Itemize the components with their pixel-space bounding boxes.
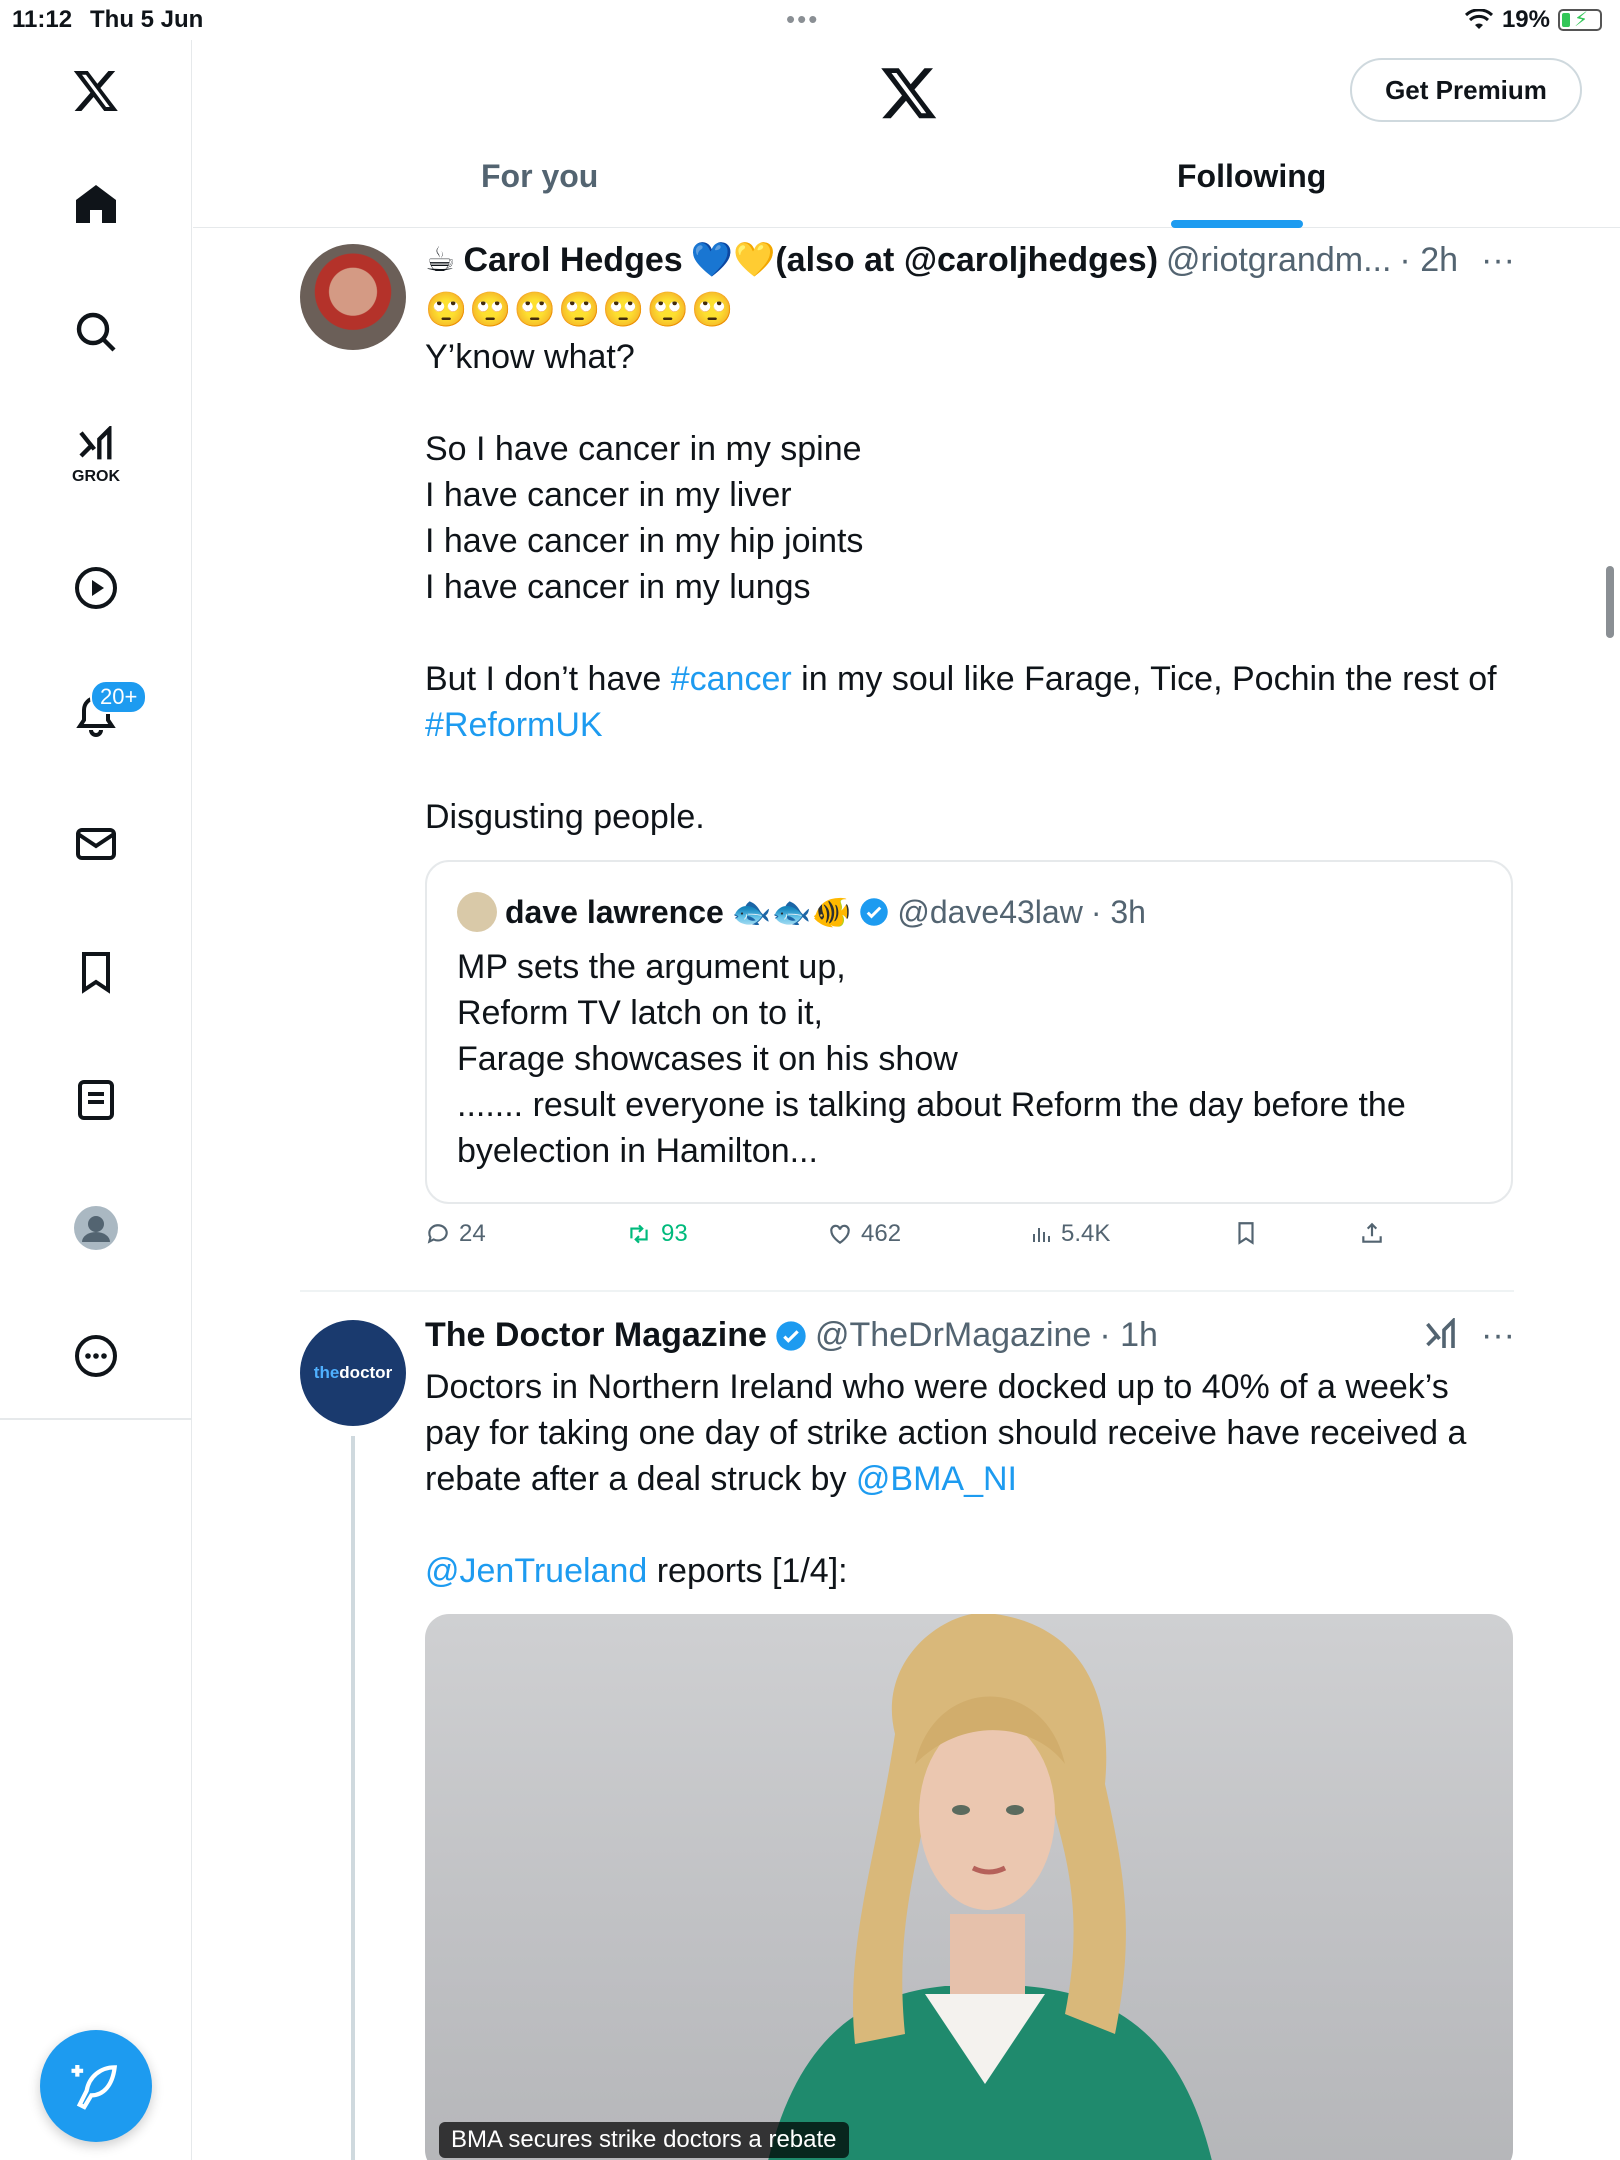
woman-portrait-image bbox=[768, 1614, 1212, 2160]
like-count: 462 bbox=[861, 1220, 902, 1247]
mention-jentrueland[interactable]: @JenTrueland bbox=[425, 1552, 647, 1590]
video-icon[interactable] bbox=[56, 548, 136, 628]
verified-badge-icon bbox=[776, 1320, 806, 1351]
share-button[interactable] bbox=[1359, 1220, 1385, 1246]
multitasking-dots-icon[interactable]: ••• bbox=[786, 4, 819, 35]
bookmark-icon bbox=[1238, 1222, 1254, 1245]
battery-icon: ⚡ bbox=[1558, 9, 1602, 31]
quote-text: MP sets the argument up, Reform TV latch… bbox=[457, 948, 1406, 1170]
search-icon[interactable] bbox=[56, 292, 136, 372]
notifications-icon[interactable]: 20+ bbox=[56, 676, 148, 756]
bookmarks-icon[interactable] bbox=[56, 932, 136, 1012]
mention-bma-ni[interactable]: @BMA_NI bbox=[856, 1460, 1017, 1498]
hashtag-reformuk[interactable]: #ReformUK bbox=[425, 706, 603, 744]
tweet-header: ☕ Carol Hedges 💙💛(also at @caroljhedges)… bbox=[425, 240, 1515, 280]
tweet-divider bbox=[300, 1290, 1514, 1292]
home-icon[interactable] bbox=[56, 164, 136, 244]
sidebar: GROK 20+ bbox=[0, 40, 192, 2160]
grok-label: GROK bbox=[72, 468, 120, 485]
tab-following[interactable]: Following bbox=[1177, 158, 1326, 195]
tweet-media-image[interactable]: BMA secures strike doctors a rebate bbox=[425, 1614, 1513, 2160]
view-count: 5.4K bbox=[1061, 1220, 1111, 1247]
x-logo-icon[interactable] bbox=[56, 50, 136, 130]
status-time: 11:12 bbox=[12, 6, 73, 33]
status-indicators: 19% ⚡ bbox=[1464, 6, 1602, 34]
profile-avatar[interactable] bbox=[56, 1188, 136, 1268]
get-premium-button[interactable]: Get Premium bbox=[1350, 58, 1582, 122]
battery-percent: 19% bbox=[1501, 6, 1550, 33]
tweet-time[interactable]: · 1h bbox=[1099, 1316, 1158, 1355]
notification-badge: 20+ bbox=[90, 680, 148, 714]
like-button[interactable]: 462 bbox=[827, 1220, 901, 1248]
tweet-text: Y’know what? So I have cancer in my spin… bbox=[425, 338, 1497, 836]
more-icon[interactable] bbox=[56, 1316, 136, 1396]
avatar[interactable] bbox=[300, 244, 406, 350]
author-handle[interactable]: @TheDrMagazine bbox=[815, 1316, 1091, 1355]
messages-icon[interactable] bbox=[56, 804, 136, 884]
tweet-time[interactable]: · 2h bbox=[1399, 241, 1458, 280]
repost-button[interactable]: 93 bbox=[625, 1220, 688, 1248]
wifi-icon bbox=[1464, 9, 1493, 29]
avatar-logo-text-b: doctor bbox=[339, 1363, 393, 1382]
tweet-header: The Doctor Magazine @TheDrMagazine · 1h … bbox=[425, 1316, 1515, 1355]
x-logo-icon[interactable] bbox=[879, 62, 939, 122]
compose-button[interactable] bbox=[40, 2030, 152, 2142]
timeline-header: Get Premium For you Following bbox=[193, 40, 1620, 228]
repost-icon bbox=[630, 1224, 648, 1244]
author-name-suffix: 💙💛(also at @caroljhedges) bbox=[690, 241, 1159, 279]
tweet-actions: 24 93 462 5.4K bbox=[425, 1220, 1425, 1260]
scrollbar[interactable] bbox=[1606, 566, 1614, 638]
hashtag-cancer[interactable]: #cancer bbox=[671, 660, 792, 698]
author-name[interactable]: The Doctor Magazine bbox=[425, 1316, 767, 1355]
status-date: Thu 5 Jun bbox=[90, 6, 204, 33]
reply-count: 24 bbox=[459, 1220, 486, 1247]
avatar bbox=[457, 892, 497, 932]
reply-icon bbox=[427, 1224, 448, 1244]
author-name[interactable]: Carol Hedges bbox=[463, 241, 682, 280]
tweet-text: Doctors in Northern Ireland who were doc… bbox=[425, 1368, 1467, 1590]
author-name: dave lawrence bbox=[505, 893, 724, 930]
tweet-time: · 3h bbox=[1090, 893, 1146, 930]
avatar[interactable]: the doctor bbox=[300, 1320, 406, 1426]
status-bar: 11:12 Thu 5 Jun ••• 19% ⚡ bbox=[0, 0, 1620, 40]
media-caption: BMA secures strike doctors a rebate bbox=[439, 2122, 849, 2158]
views-icon bbox=[1033, 1228, 1050, 1242]
heart-icon bbox=[830, 1224, 850, 1244]
reply-button[interactable]: 24 bbox=[425, 1220, 486, 1248]
grok-icon[interactable]: GROK bbox=[56, 416, 136, 496]
avatar-logo-text-a: the bbox=[313, 1363, 340, 1382]
quoted-tweet[interactable]: dave lawrence 🐟🐟🐠 @dave43law · 3h MP set… bbox=[425, 860, 1513, 1204]
active-tab-indicator bbox=[1171, 220, 1303, 228]
coffee-emoji: ☕ bbox=[425, 241, 456, 279]
grok-icon[interactable] bbox=[1423, 1317, 1459, 1354]
author-handle[interactable]: @riotgrandm... bbox=[1166, 241, 1391, 280]
more-options-icon[interactable]: ··· bbox=[1481, 241, 1515, 280]
bookmark-button[interactable] bbox=[1233, 1220, 1259, 1246]
lists-icon[interactable] bbox=[56, 1060, 136, 1140]
repost-count: 93 bbox=[661, 1220, 688, 1247]
emoji-row: 🙄🙄🙄🙄🙄🙄🙄 bbox=[425, 291, 736, 329]
thread-line bbox=[351, 1436, 355, 2160]
verified-badge-icon bbox=[860, 898, 889, 926]
tab-for-you[interactable]: For you bbox=[481, 158, 598, 195]
fish-emojis: 🐟🐟🐠 bbox=[731, 894, 852, 930]
share-icon bbox=[1362, 1222, 1382, 1243]
views-button[interactable]: 5.4K bbox=[1029, 1220, 1110, 1248]
quote-header: dave lawrence 🐟🐟🐠 @dave43law · 3h bbox=[457, 892, 1146, 932]
more-options-icon[interactable]: ··· bbox=[1481, 1316, 1515, 1355]
sidebar-divider bbox=[0, 1418, 192, 1420]
compose-feather-icon bbox=[71, 2065, 118, 2110]
author-handle: @dave43law bbox=[897, 893, 1083, 930]
